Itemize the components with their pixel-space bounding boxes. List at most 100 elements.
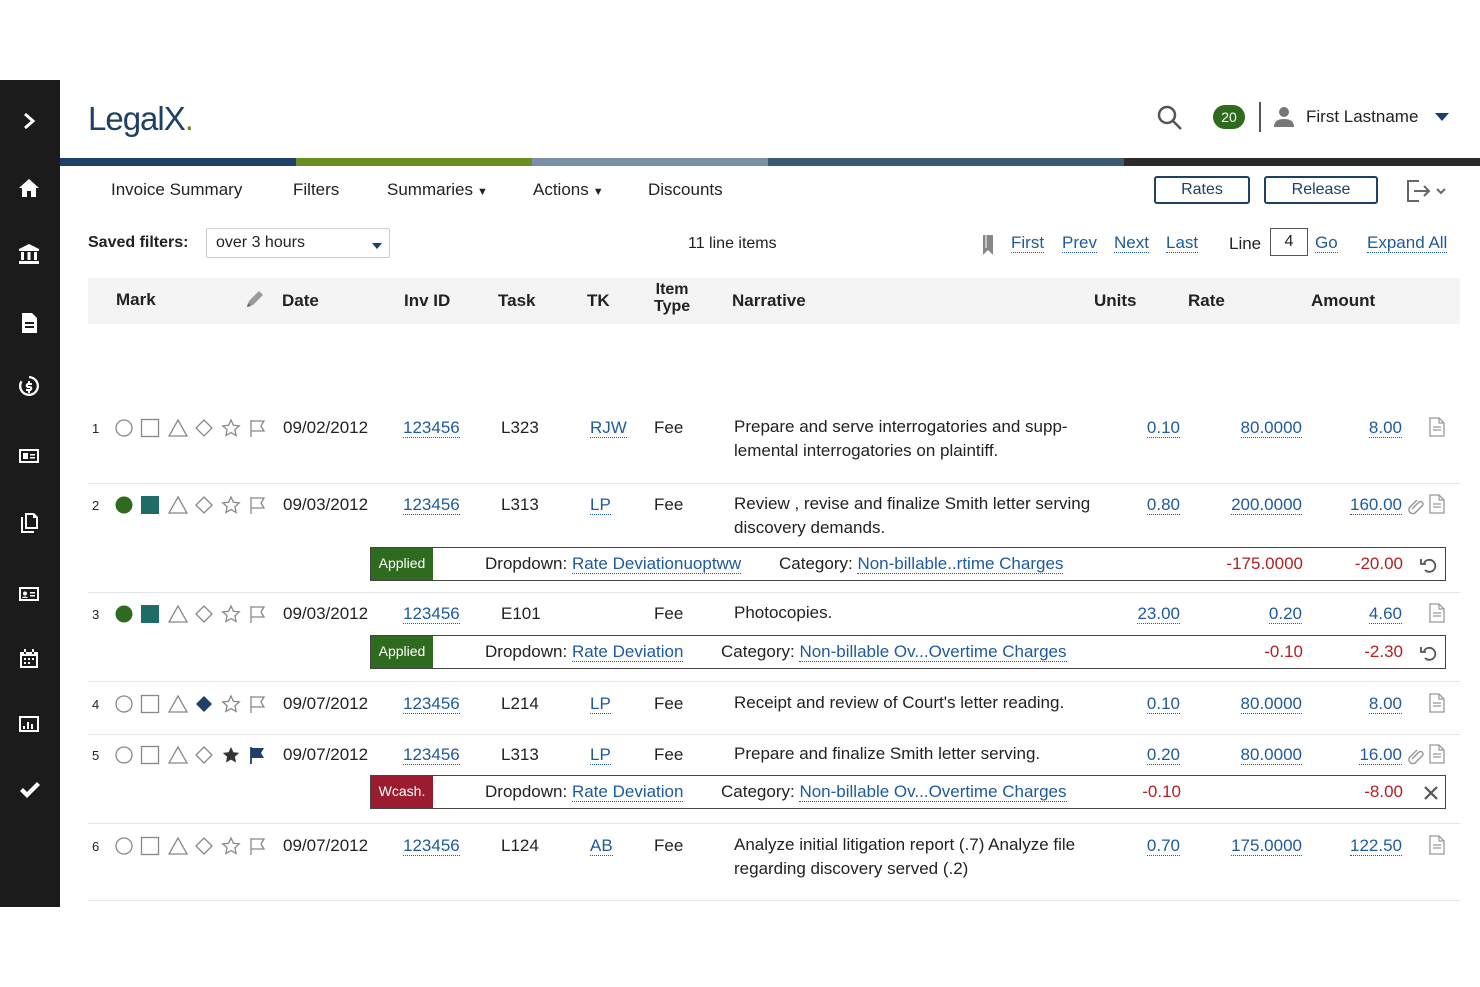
- col-rate[interactable]: Rate: [1188, 291, 1225, 311]
- triangle-mark-icon[interactable]: [167, 836, 189, 856]
- square-filled-mark-icon[interactable]: [140, 495, 160, 515]
- row-units[interactable]: 0.70: [1098, 836, 1180, 856]
- triangle-mark-icon[interactable]: [167, 745, 189, 765]
- attachment-icon[interactable]: [1408, 746, 1426, 766]
- home-icon[interactable]: [12, 171, 46, 205]
- row-amount[interactable]: 16.00: [1318, 745, 1402, 765]
- col-mark[interactable]: Mark: [116, 290, 156, 310]
- star-mark-icon[interactable]: [221, 836, 241, 856]
- square-mark-icon[interactable]: [140, 745, 160, 765]
- adjustment-category[interactable]: Category: Non-billable Ov...Overtime Cha…: [721, 782, 1067, 802]
- circle-mark-icon[interactable]: [114, 418, 134, 438]
- pager-last-link[interactable]: Last: [1166, 234, 1199, 253]
- contact-card-icon[interactable]: [12, 577, 46, 611]
- row-rate[interactable]: 80.0000: [1198, 694, 1302, 714]
- circle-mark-icon[interactable]: [114, 745, 134, 765]
- flag-mark-icon[interactable]: [248, 418, 268, 438]
- diamond-filled-mark-icon[interactable]: [194, 694, 214, 714]
- saved-filters-select[interactable]: over 3 hours: [206, 228, 390, 258]
- triangle-mark-icon[interactable]: [167, 694, 189, 714]
- col-tk[interactable]: TK: [587, 291, 610, 311]
- col-date[interactable]: Date: [282, 291, 319, 311]
- pager-prev-link[interactable]: Prev: [1062, 234, 1097, 253]
- menu-filters[interactable]: Filters: [293, 180, 339, 200]
- release-button[interactable]: Release: [1264, 176, 1378, 204]
- row-inv-id-link[interactable]: 123456: [403, 836, 460, 856]
- flag-mark-icon[interactable]: [248, 836, 268, 856]
- flag-mark-icon[interactable]: [248, 495, 268, 515]
- flag-mark-icon[interactable]: [248, 604, 268, 624]
- id-card-icon[interactable]: [12, 439, 46, 473]
- bookmark-icon[interactable]: [980, 234, 996, 256]
- circle-mark-icon[interactable]: [114, 836, 134, 856]
- menu-actions[interactable]: Actions ▼: [533, 180, 604, 200]
- row-timekeeper-link[interactable]: LP: [590, 694, 611, 714]
- expand-all-link[interactable]: Expand All: [1367, 234, 1448, 253]
- row-units[interactable]: 0.20: [1098, 745, 1180, 765]
- note-document-icon[interactable]: [1428, 603, 1446, 623]
- documents-copy-icon[interactable]: [12, 506, 46, 540]
- col-task[interactable]: Task: [498, 291, 536, 311]
- adjustment-dropdown[interactable]: Dropdown: Rate Deviation: [485, 782, 684, 802]
- triangle-mark-icon[interactable]: [167, 495, 189, 515]
- close-icon[interactable]: [1421, 783, 1441, 803]
- star-filled-mark-icon[interactable]: [221, 745, 241, 765]
- bank-icon[interactable]: [12, 237, 46, 271]
- row-units[interactable]: 0.80: [1098, 495, 1180, 515]
- go-link[interactable]: Go: [1315, 234, 1338, 253]
- pager-first-link[interactable]: First: [1011, 234, 1045, 253]
- row-inv-id-link[interactable]: 123456: [403, 745, 460, 765]
- row-inv-id-link[interactable]: 123456: [403, 495, 460, 515]
- menu-invoice-summary[interactable]: Invoice Summary: [111, 180, 242, 200]
- star-mark-icon[interactable]: [221, 418, 241, 438]
- col-item-type[interactable]: Item Type: [654, 281, 690, 315]
- circle-filled-mark-icon[interactable]: [114, 604, 134, 624]
- attachment-icon[interactable]: [1408, 496, 1426, 516]
- row-timekeeper-link[interactable]: AB: [590, 836, 613, 856]
- invoice-document-icon[interactable]: [12, 306, 46, 340]
- row-units[interactable]: 0.10: [1098, 694, 1180, 714]
- diamond-mark-icon[interactable]: [194, 604, 214, 624]
- row-units[interactable]: 23.00: [1098, 604, 1180, 624]
- row-inv-id-link[interactable]: 123456: [403, 604, 460, 624]
- row-inv-id-link[interactable]: 123456: [403, 418, 460, 438]
- note-document-icon[interactable]: [1428, 744, 1446, 764]
- triangle-mark-icon[interactable]: [167, 418, 189, 438]
- user-name[interactable]: First Lastname: [1306, 107, 1418, 127]
- menu-summaries[interactable]: Summaries ▼: [387, 180, 488, 200]
- diamond-mark-icon[interactable]: [194, 418, 214, 438]
- row-timekeeper-link[interactable]: LP: [590, 495, 611, 515]
- legalx-logo[interactable]: LegalX.: [88, 100, 194, 138]
- calendar-icon[interactable]: [12, 642, 46, 676]
- row-units[interactable]: 0.10: [1098, 418, 1180, 438]
- dollar-history-icon[interactable]: [12, 369, 46, 403]
- menu-discounts[interactable]: Discounts: [648, 180, 723, 200]
- star-mark-icon[interactable]: [221, 694, 241, 714]
- line-number-input[interactable]: 4: [1270, 228, 1308, 256]
- row-rate[interactable]: 175.0000: [1198, 836, 1302, 856]
- col-narrative[interactable]: Narrative: [732, 291, 806, 311]
- row-rate[interactable]: 200.0000: [1198, 495, 1302, 515]
- search-icon[interactable]: [1156, 104, 1184, 132]
- chart-report-icon[interactable]: [12, 707, 46, 741]
- adjustment-category[interactable]: Category: Non-billable..rtime Charges: [779, 554, 1064, 574]
- square-mark-icon[interactable]: [140, 418, 160, 438]
- note-document-icon[interactable]: [1428, 693, 1446, 713]
- row-amount[interactable]: 8.00: [1318, 418, 1402, 438]
- note-document-icon[interactable]: [1428, 494, 1446, 514]
- row-amount[interactable]: 8.00: [1318, 694, 1402, 714]
- adjustment-dropdown[interactable]: Dropdown: Rate Deviation: [485, 642, 684, 662]
- star-mark-icon[interactable]: [221, 604, 241, 624]
- row-timekeeper-link[interactable]: RJW: [590, 418, 627, 438]
- undo-icon[interactable]: [1419, 643, 1439, 663]
- square-mark-icon[interactable]: [140, 836, 160, 856]
- circle-filled-mark-icon[interactable]: [114, 495, 134, 515]
- row-inv-id-link[interactable]: 123456: [403, 694, 460, 714]
- export-icon[interactable]: [1405, 178, 1447, 204]
- col-amount[interactable]: Amount: [1311, 291, 1375, 311]
- note-document-icon[interactable]: [1428, 835, 1446, 855]
- adjustment-dropdown[interactable]: Dropdown: Rate Deviationuoptww: [485, 554, 742, 574]
- col-inv-id[interactable]: Inv ID: [404, 291, 450, 311]
- adjustment-category[interactable]: Category: Non-billable Ov...Overtime Cha…: [721, 642, 1067, 662]
- diamond-mark-icon[interactable]: [194, 495, 214, 515]
